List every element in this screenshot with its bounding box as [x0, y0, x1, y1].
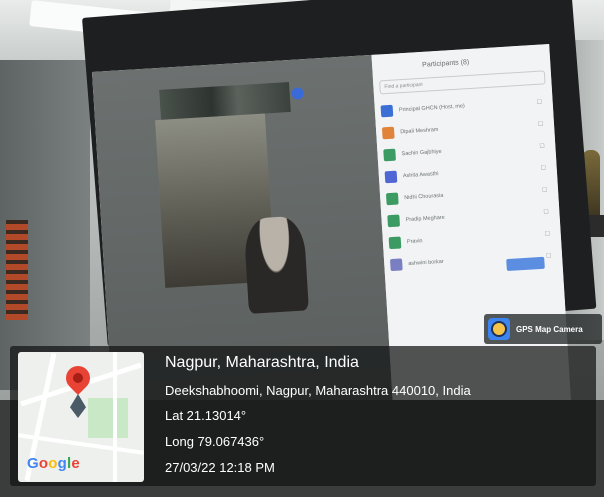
window-blinds [6, 220, 28, 320]
mic-camera-icon: ☐ [545, 252, 552, 260]
photo-scene: Participants (8) Find a participant Prin… [0, 0, 604, 497]
participant-avatar [381, 126, 395, 140]
mic-camera-icon: ☐ [536, 99, 543, 106]
admit-button [506, 256, 545, 272]
mic-camera-icon: ☐ [543, 208, 549, 216]
participant-avatar [384, 170, 398, 184]
google-logo-letter: o [48, 455, 58, 472]
map-pin-center [73, 373, 83, 383]
participant-avatar [383, 148, 396, 162]
video-thumbnails [159, 81, 291, 120]
google-logo-letter: g [57, 455, 67, 472]
location-title: Nagpur, Maharashtra, India [165, 354, 359, 371]
timestamp: 27/03/22 12:18 PM [165, 460, 275, 475]
google-logo-letter: e [71, 455, 80, 472]
mic-camera-icon: ☐ [541, 186, 548, 194]
google-logo-letter: o [38, 455, 49, 472]
google-logo-letter: G [27, 455, 39, 472]
participant-name: Pradip Meghare [405, 214, 445, 224]
latitude: Lat 21.13014° [165, 408, 247, 423]
map-park [88, 398, 128, 438]
longitude: Long 79.067436° [165, 434, 265, 449]
participant-name: Ashita Awasthi [402, 171, 439, 180]
gps-app-badge: GPS Map Camera [484, 314, 602, 344]
mic-camera-icon: ☐ [539, 143, 545, 150]
gps-camera-logo-icon [488, 318, 510, 340]
mic-camera-icon: ☐ [540, 164, 547, 172]
google-logo: Google [27, 455, 80, 472]
participant-name: Dipali Meshram [400, 126, 439, 136]
gps-logo-lens [491, 321, 507, 337]
status-dot [291, 87, 305, 100]
participant-name: Pravin [406, 238, 423, 246]
location-details: Nagpur, Maharashtra, India Deekshabhoomi… [165, 352, 585, 478]
mic-camera-icon: ☐ [537, 121, 544, 128]
participant-list: Principal GHCN (Host, me) ☐ Dipali Meshram… [380, 90, 558, 276]
map-road [113, 352, 117, 482]
participants-title: Participants (8) [421, 58, 470, 69]
location-address: Deekshabhoomi, Nagpur, Maharashtra 44001… [165, 383, 471, 398]
speaker-person [243, 215, 309, 314]
participant-name: Principal GHCN (Host, me) [398, 103, 465, 114]
participant-avatar [389, 258, 403, 272]
participant-name: Sachin Gajbhiye [401, 148, 442, 158]
mic-camera-icon: ☐ [544, 230, 551, 238]
participant-avatar [387, 214, 401, 228]
participant-avatar [380, 104, 394, 118]
participant-avatar [385, 192, 399, 206]
gps-app-name: GPS Map Camera [516, 324, 583, 334]
participant-avatar [388, 236, 402, 250]
speaker-video-tile [155, 113, 309, 314]
participant-name: Nidhi Chourasia [404, 192, 444, 202]
